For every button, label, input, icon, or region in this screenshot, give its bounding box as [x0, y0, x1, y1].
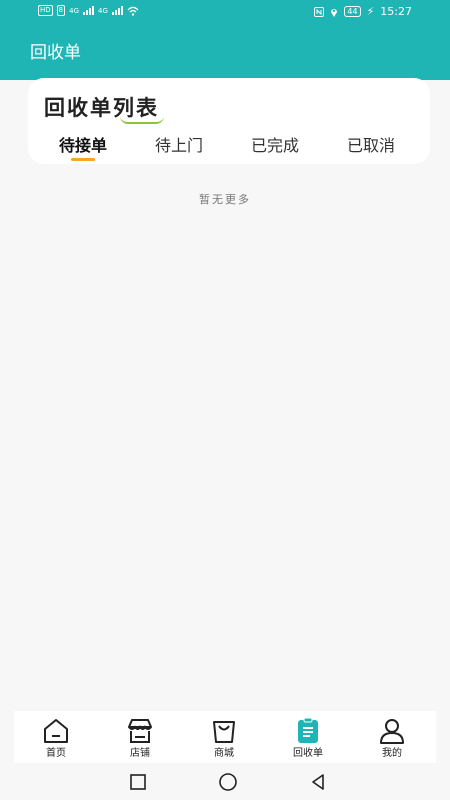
signal-icon [83, 6, 95, 15]
nav-item-profile[interactable]: 我的 [350, 711, 434, 763]
status-right: 44 ⚡ 15:27 [314, 5, 412, 18]
back-icon[interactable] [308, 772, 328, 792]
page-title: 回收单 [30, 43, 81, 63]
nav-item-home[interactable]: 首页 [14, 711, 98, 763]
store-icon [128, 719, 152, 743]
status-bar: HD 8 4G 4G 44 ⚡ 15:27 [0, 0, 450, 24]
network-type-2: 4G [98, 6, 108, 15]
empty-state-text: 暂无更多 [199, 193, 251, 206]
nav-label-recycle-order: 回收单 [293, 748, 323, 759]
bottom-nav: 首页 店铺 商城 回收单 我的 [14, 711, 436, 763]
tab-cancelled[interactable]: 已取消 [347, 132, 395, 156]
sim-badge: 8 [56, 5, 66, 16]
network-type-1: 4G [69, 6, 80, 15]
tab-pending-accept[interactable]: 待接单 [59, 132, 107, 156]
signal-icon-2 [111, 6, 123, 15]
nav-item-recycle-order[interactable]: 回收单 [266, 711, 350, 763]
location-icon [331, 8, 338, 17]
wifi-icon [127, 6, 139, 16]
order-list-card: 回收单列表 待接单 待上门 已完成 已取消 [28, 78, 430, 164]
status-left: HD 8 4G 4G [38, 5, 139, 16]
title-underline-decoration [120, 116, 164, 124]
clipboard-list-icon [298, 717, 318, 743]
nav-label-profile: 我的 [382, 748, 402, 759]
app-header: 回收单 [0, 24, 450, 80]
home-button-icon[interactable] [218, 772, 238, 792]
battery-icon: 44 [344, 6, 361, 17]
nav-item-store[interactable]: 店铺 [98, 711, 182, 763]
tab-active-indicator [71, 158, 95, 161]
recent-apps-icon[interactable] [128, 772, 148, 792]
charging-icon: ⚡ [366, 5, 375, 18]
nav-label-home: 首页 [46, 748, 66, 759]
nav-item-mall[interactable]: 商城 [182, 711, 266, 763]
tab-pending-visit[interactable]: 待上门 [155, 132, 203, 156]
nav-label-store: 店铺 [130, 748, 150, 759]
nfc-icon [314, 6, 325, 17]
user-icon [380, 719, 404, 744]
system-nav-bar [0, 763, 450, 800]
nav-label-mall: 商城 [214, 748, 234, 759]
tab-completed[interactable]: 已完成 [251, 132, 299, 156]
tab-bar: 待接单 待上门 已完成 已取消 [28, 132, 430, 164]
status-time: 15:27 [380, 5, 412, 18]
shopping-bag-icon [213, 721, 235, 743]
home-icon [44, 719, 68, 743]
hd-badge: HD [38, 5, 53, 16]
